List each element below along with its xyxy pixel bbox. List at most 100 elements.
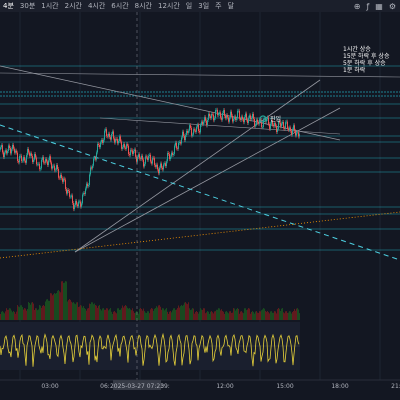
volume-bar <box>29 303 30 320</box>
volume-bar <box>149 313 150 320</box>
volume-bar <box>267 311 268 320</box>
volume-bar <box>270 311 271 320</box>
candle-body <box>237 110 238 119</box>
candle-body <box>34 153 35 160</box>
volume-bar <box>34 310 35 320</box>
candle-body <box>97 143 98 153</box>
candle-body <box>1 145 2 148</box>
volume-bar <box>271 311 272 320</box>
volume-bar <box>102 308 103 320</box>
candle-body <box>45 159 46 163</box>
volume-bar <box>84 308 85 320</box>
candle-body <box>190 125 191 128</box>
volume-bar <box>280 310 281 320</box>
volume-bar <box>192 308 193 320</box>
volume-bar <box>187 304 188 320</box>
candle-body <box>77 204 78 207</box>
candle-body <box>7 151 8 154</box>
candle-body <box>282 122 283 124</box>
candle-body <box>9 145 10 149</box>
volume-bar <box>186 303 187 320</box>
candle-body <box>25 160 26 163</box>
candle-body <box>58 168 59 178</box>
volume-bar <box>139 308 140 320</box>
candle-body <box>169 154 170 160</box>
volume-bar <box>74 303 75 320</box>
volume-bar <box>202 309 203 320</box>
volume-bar <box>161 309 162 320</box>
candle-body <box>173 153 174 155</box>
candle-body <box>153 157 154 159</box>
volume-bar <box>146 312 147 320</box>
candle-body <box>105 129 106 131</box>
candle-body <box>141 155 142 160</box>
volume-bar <box>114 311 115 320</box>
x-tick-label: 15:00 <box>276 383 293 390</box>
volume-bar <box>124 306 125 320</box>
candle-body <box>40 168 41 170</box>
volume-bar <box>15 313 16 320</box>
candle-body <box>50 156 51 163</box>
candle-body <box>72 195 73 204</box>
volume-bar <box>207 311 208 320</box>
volume-bar <box>119 309 120 320</box>
price-chart[interactable]: 진입 1시간 상승15분 하락 후 상승5분 하락 후 상승1분 하락 03:00 0… <box>0 0 400 400</box>
volume-bar <box>89 303 90 320</box>
candle-body <box>180 142 181 144</box>
volume-bar <box>289 311 290 320</box>
candle-body <box>204 117 205 122</box>
volume-bar <box>138 313 139 320</box>
candle-body <box>289 127 290 131</box>
candle-body <box>276 125 277 133</box>
volume-bar <box>2 311 3 320</box>
volume-bar <box>99 305 100 320</box>
volume-bar <box>3 312 4 320</box>
volume-bar <box>126 305 127 320</box>
volume-bar <box>209 313 210 320</box>
candle-body <box>284 127 285 129</box>
candle-body <box>184 135 185 141</box>
candle-body <box>155 165 156 167</box>
candle-body <box>210 116 211 119</box>
candle-body <box>138 154 139 157</box>
candle-body <box>179 142 180 143</box>
volume-bar <box>219 308 220 320</box>
candle-body <box>168 153 169 155</box>
volume-bar <box>233 308 234 320</box>
candle-body <box>212 114 213 115</box>
volume-bar <box>252 311 253 320</box>
volume-bar <box>113 311 114 320</box>
volume-bar <box>129 308 130 320</box>
candle-body <box>35 153 36 158</box>
volume-bar <box>143 308 144 320</box>
volume-bar <box>248 308 249 320</box>
volume-bar <box>175 309 176 320</box>
volume-bar <box>239 313 240 320</box>
volume-bar <box>35 308 36 320</box>
candle-body <box>245 113 246 118</box>
volume-bar <box>153 310 154 320</box>
volume-bar <box>170 311 171 320</box>
candle-body <box>127 144 128 146</box>
volume-bar <box>158 305 159 320</box>
volume-bar <box>24 308 25 320</box>
volume-bar <box>33 303 34 320</box>
volume-bar <box>182 305 183 320</box>
volume-bar <box>155 308 156 320</box>
candle-body <box>150 154 151 162</box>
volume-bar <box>265 310 266 320</box>
candle-body <box>16 150 17 153</box>
volume-bar <box>218 308 219 320</box>
candle-body <box>99 145 100 148</box>
volume-bar <box>276 313 277 320</box>
candle-body <box>187 130 188 133</box>
candle-body <box>61 174 62 179</box>
candle-body <box>55 169 56 171</box>
candle-body <box>291 131 292 135</box>
candle-body <box>186 130 187 136</box>
volume-bar <box>144 311 145 320</box>
candle-body <box>241 116 242 120</box>
candle-body <box>217 109 218 116</box>
candle-body <box>126 144 127 149</box>
volume-bar <box>18 306 19 320</box>
